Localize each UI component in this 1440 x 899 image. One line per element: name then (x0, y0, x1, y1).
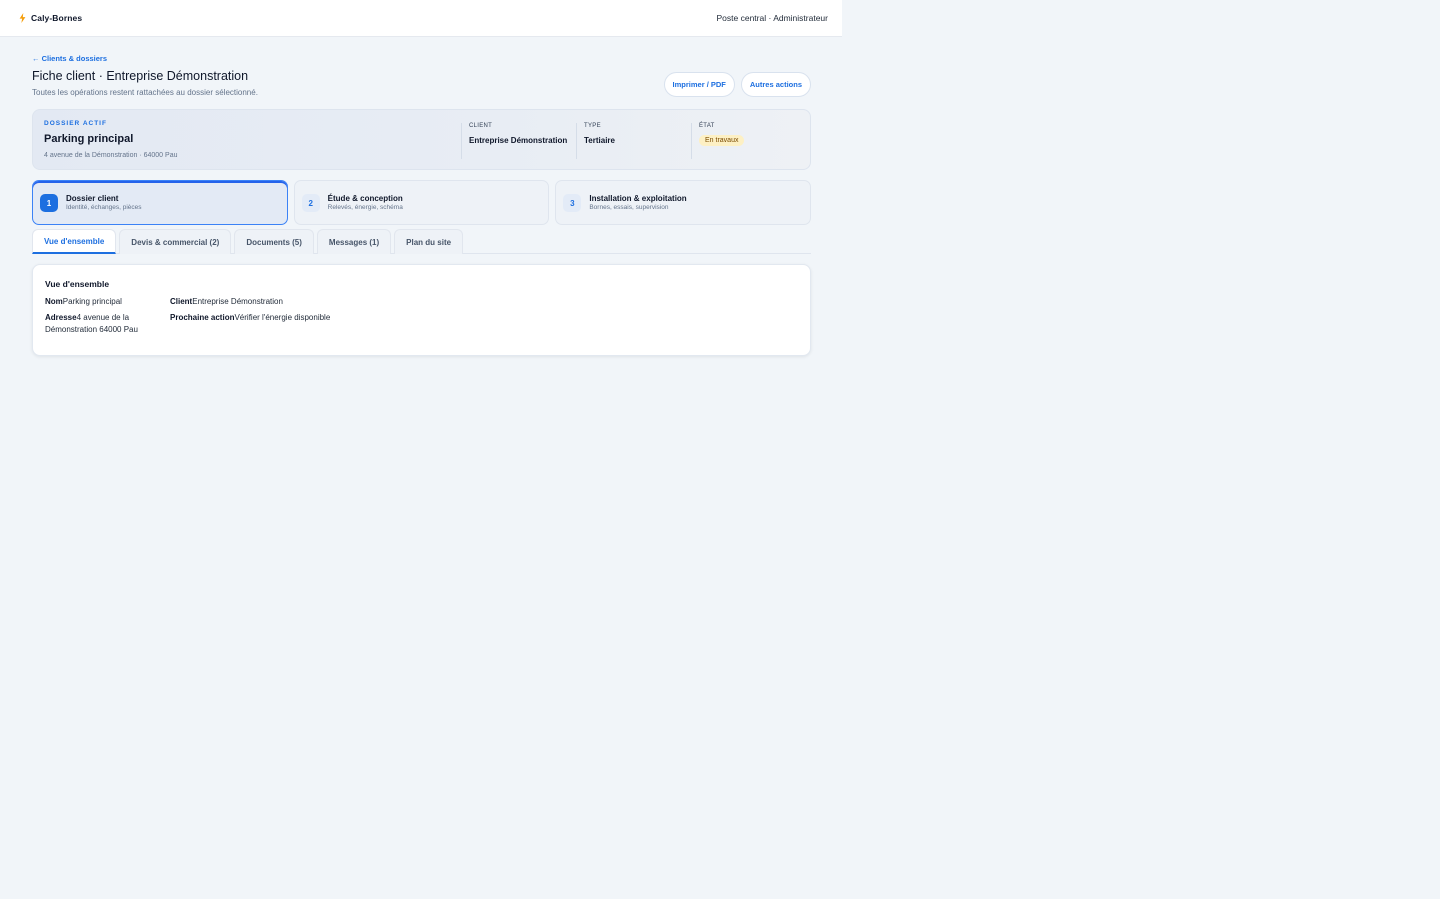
tab-quotes-commercial[interactable]: Devis & commercial (2) (119, 229, 232, 254)
client-meta-label: CLIENT (469, 123, 493, 129)
status-badge: En travaux (699, 135, 745, 146)
active-dossier-card: DOSSIER ACTIF Parking principal 4 avenue… (32, 109, 811, 170)
field-label: Adresse (45, 313, 77, 322)
tab-documents[interactable]: Documents (5) (234, 229, 314, 254)
lightning-bolt-icon (19, 13, 26, 23)
tab-overview[interactable]: Vue d'ensemble (32, 229, 117, 254)
dossier-address: 4 avenue de la Démonstration · 64000 Pau (44, 152, 178, 159)
step-installation-exploitation[interactable]: 3 Installation & exploitation Bornes, es… (555, 180, 812, 225)
type-meta-value: Tertiaire (584, 136, 615, 145)
print-pdf-button[interactable]: Imprimer / PDF (663, 72, 735, 97)
step-subtitle: Identité, échanges, pièces (66, 204, 142, 211)
top-bar: Caly-Bornes Poste central · Administrate… (0, 0, 842, 37)
brand[interactable]: Caly-Bornes (19, 13, 82, 23)
state-meta-label: ÉTAT (699, 123, 715, 129)
tab-site-plan[interactable]: Plan du site (394, 229, 464, 254)
page-subtitle: Toutes les opérations restent rattachées… (32, 88, 258, 97)
field-client: ClientEntreprise Démonstration (170, 296, 390, 308)
dossier-name: Parking principal (44, 133, 134, 145)
field-adresse: Adresse4 avenue de la Démonstration 6400… (45, 312, 153, 336)
step-etude-conception[interactable]: 2 Étude & conception Relevés, énergie, s… (293, 180, 550, 225)
step-title: Installation & exploitation (589, 194, 687, 203)
header-actions: Imprimer / PDF Autres actions (663, 72, 811, 97)
tab-bar: Vue d'ensemble Devis & commercial (2) Do… (32, 229, 811, 254)
page-title: Fiche client · Entreprise Démonstration (32, 69, 249, 83)
client-meta-value: Entreprise Démonstration (469, 136, 568, 145)
step-dossier-client[interactable]: 1 Dossier client Identité, échanges, piè… (32, 180, 288, 225)
overview-title: Vue d'ensemble (45, 279, 110, 289)
field-label: Prochaine action (170, 313, 235, 322)
tab-messages[interactable]: Messages (1) (316, 229, 392, 254)
field-label: Nom (45, 297, 63, 306)
field-label: Client (170, 297, 193, 306)
step-title: Dossier client (66, 194, 119, 203)
step-number: 3 (563, 194, 582, 212)
app-name: Caly-Bornes (31, 13, 83, 23)
back-link[interactable]: ← Clients & dossiers (32, 54, 107, 63)
field-value: Entreprise Démonstration (192, 297, 283, 306)
workflow-steps: 1 Dossier client Identité, échanges, piè… (32, 180, 812, 225)
step-subtitle: Relevés, énergie, schéma (327, 204, 403, 211)
step-title: Étude & conception (327, 194, 403, 203)
step-number: 2 (301, 194, 320, 212)
step-number: 1 (40, 194, 58, 212)
user-info[interactable]: Poste central · Administrateur (717, 13, 829, 23)
dossier-type-meta: TYPE Tertiaire (576, 123, 690, 159)
step-subtitle: Bornes, essais, supervision (589, 204, 669, 211)
field-next-action: Prochaine actionVérifier l'énergie dispo… (170, 312, 410, 324)
field-value: Vérifier l'énergie disponible (234, 313, 331, 322)
type-meta-label: TYPE (584, 123, 601, 129)
field-nom: NomParking principal (45, 296, 165, 308)
field-value: Parking principal (62, 297, 122, 306)
more-actions-button[interactable]: Autres actions (740, 72, 811, 97)
dossier-state-meta: ÉTAT En travaux (691, 123, 801, 159)
overview-card: Vue d'ensemble NomParking principal Adre… (32, 264, 811, 356)
dossier-eyebrow: DOSSIER ACTIF (44, 120, 107, 127)
dossier-client-meta: CLIENT Entreprise Démonstration (461, 123, 575, 159)
